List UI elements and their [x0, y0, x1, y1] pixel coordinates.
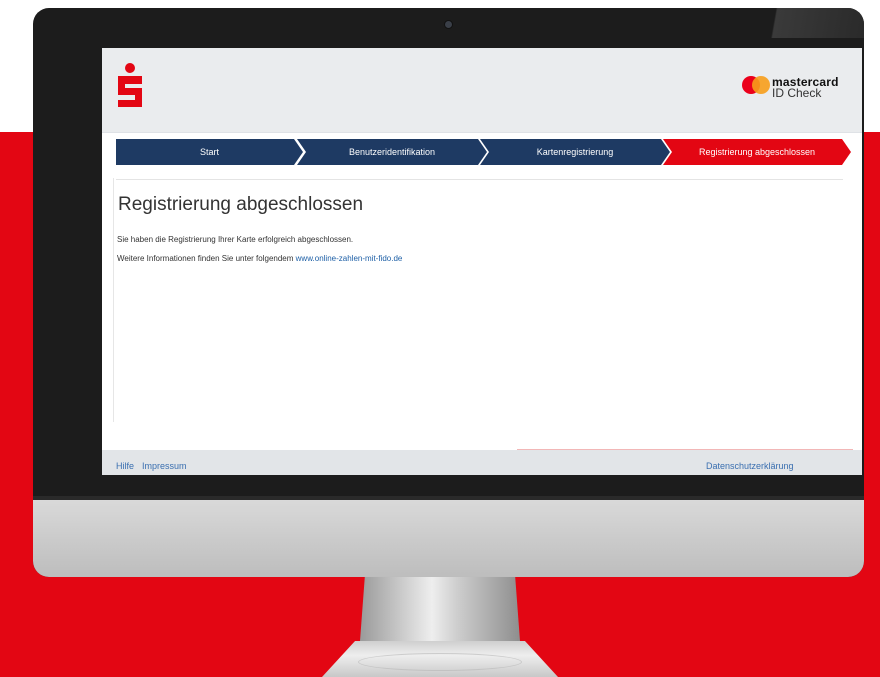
imac-monitor: mastercard ID Check Start Benutzeridenti…: [33, 8, 864, 577]
page-header: mastercard ID Check: [102, 48, 862, 133]
progress-steps: Start Benutzeridentifikation Kartenregis…: [116, 139, 851, 165]
fido-info-link[interactable]: www.online-zahlen-mit-fido.de: [296, 254, 403, 263]
step-user-identification: Benutzeridentifikation: [297, 139, 487, 165]
stand-base-cutout: [358, 653, 522, 671]
browser-screen: mastercard ID Check Start Benutzeridenti…: [102, 48, 862, 475]
mastercard-orange-circle-icon: [752, 76, 770, 94]
mastercard-id-check-logo: mastercard ID Check: [742, 76, 842, 106]
step-registration-complete: Registrierung abgeschlossen: [663, 139, 851, 165]
step-label: Registrierung abgeschlossen: [698, 147, 816, 157]
page-title: Registrierung abgeschlossen: [118, 194, 364, 215]
step-label: Kartenregistrierung: [536, 147, 614, 157]
page-footer: Hilfe Impressum Datenschutzerklärung: [102, 450, 862, 475]
header-divider: [116, 179, 843, 180]
privacy-link[interactable]: Datenschutzerklärung: [706, 461, 794, 471]
help-link[interactable]: Hilfe: [116, 461, 134, 471]
content-left-rule: [113, 178, 114, 422]
webcam-icon: [445, 21, 452, 28]
imprint-link[interactable]: Impressum: [142, 461, 187, 471]
bezel-reflection: [714, 8, 864, 38]
monitor-stand: [360, 577, 520, 641]
sparkasse-logo: [118, 63, 142, 107]
success-message: Sie haben die Registrierung Ihrer Karte …: [117, 235, 354, 244]
step-label: Benutzeridentifikation: [348, 147, 436, 157]
info-prefix: Weitere Informationen finden Sie unter f…: [117, 254, 294, 263]
step-start: Start: [116, 139, 303, 165]
info-message: Weitere Informationen finden Sie unter f…: [117, 254, 402, 263]
id-check-wordmark: ID Check: [772, 86, 822, 100]
step-label: Start: [199, 147, 219, 157]
step-card-registration: Kartenregistrierung: [480, 139, 670, 165]
monitor-chin: [33, 500, 864, 577]
